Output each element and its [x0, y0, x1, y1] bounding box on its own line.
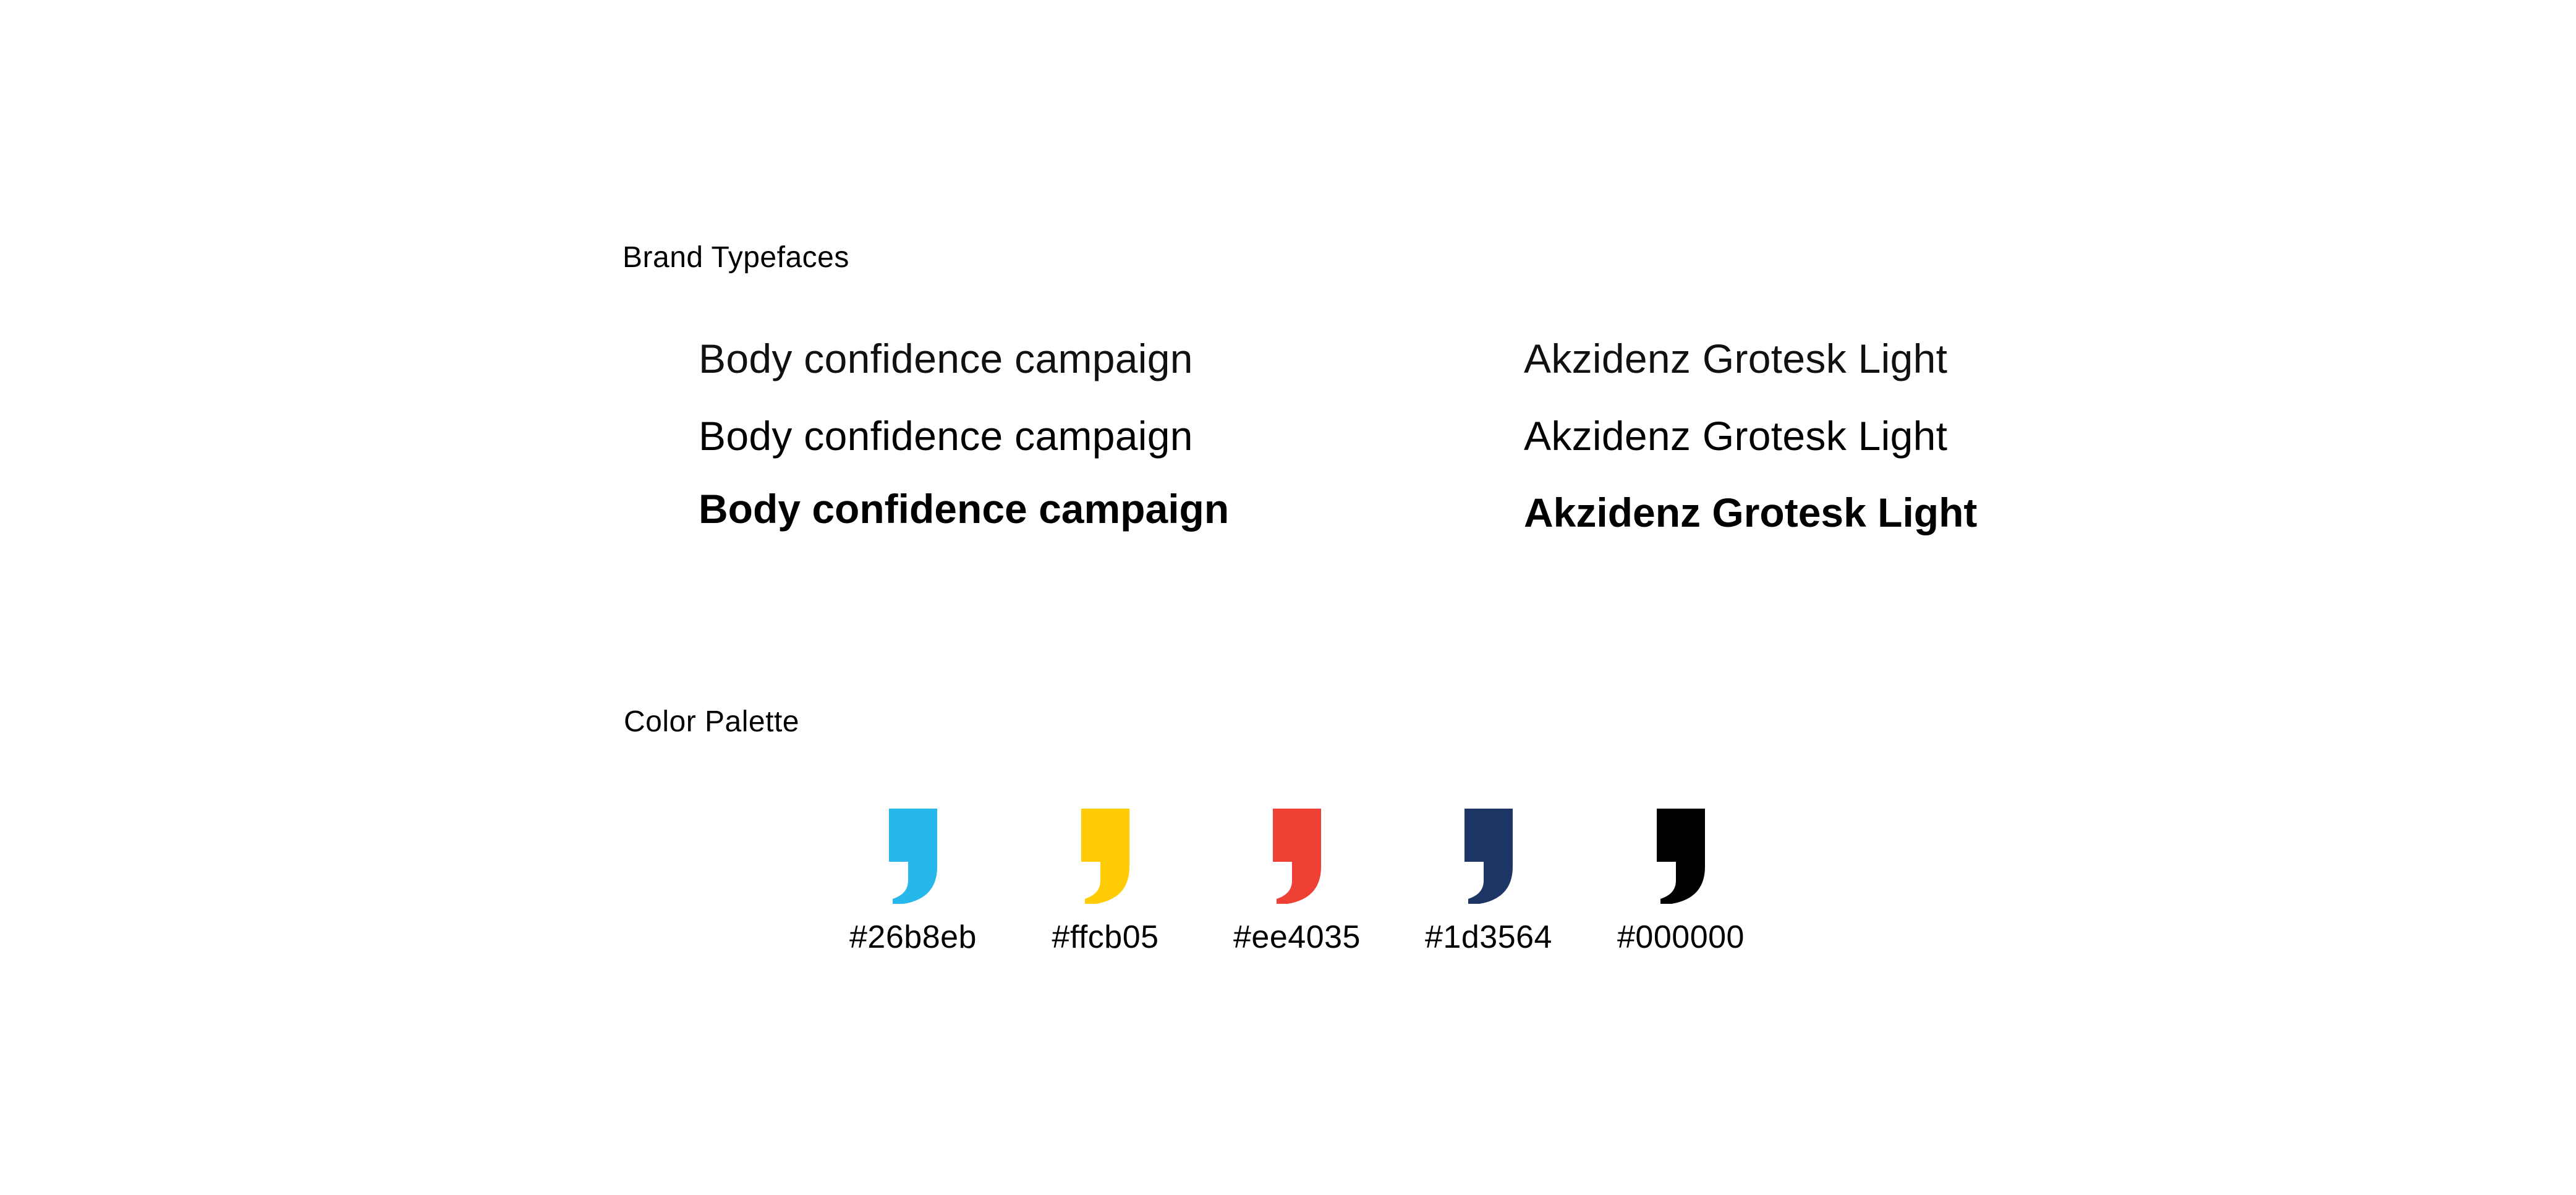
- swatch-hex-label: #26b8eb: [849, 919, 977, 955]
- swatch-hex-label: #000000: [1617, 919, 1745, 955]
- swatch-hex-label: #ffcb05: [1052, 919, 1159, 955]
- typeface-sample-left-bold: Body confidence campaign: [699, 486, 1230, 532]
- color-swatch: #26b8eb: [833, 809, 993, 956]
- comma-icon: [1081, 809, 1129, 904]
- typeface-sample-left-regular: Body confidence campaign: [699, 413, 1193, 459]
- brand-typefaces-heading: Brand Typefaces: [623, 241, 849, 274]
- color-swatch: #1d3564: [1408, 809, 1569, 956]
- color-swatch: #ffcb05: [1025, 809, 1186, 956]
- swatch-hex-label: #1d3564: [1425, 919, 1552, 955]
- color-swatch: #ee4035: [1217, 809, 1377, 956]
- typeface-sample-right-regular: Akzidenz Grotesk Light: [1524, 413, 1948, 459]
- swatch-hex-label: #ee4035: [1233, 919, 1361, 955]
- typeface-sample-right-light: Akzidenz Grotesk Light: [1524, 336, 1948, 381]
- comma-icon: [1657, 809, 1705, 904]
- comma-icon: [889, 809, 937, 904]
- typeface-sample-left-light: Body confidence campaign: [699, 336, 1193, 381]
- color-palette-heading: Color Palette: [624, 705, 799, 738]
- color-swatch: #000000: [1600, 809, 1761, 956]
- typeface-sample-right-bold: Akzidenz Grotesk Light: [1524, 490, 1978, 535]
- comma-icon: [1273, 809, 1321, 904]
- comma-icon: [1464, 809, 1513, 904]
